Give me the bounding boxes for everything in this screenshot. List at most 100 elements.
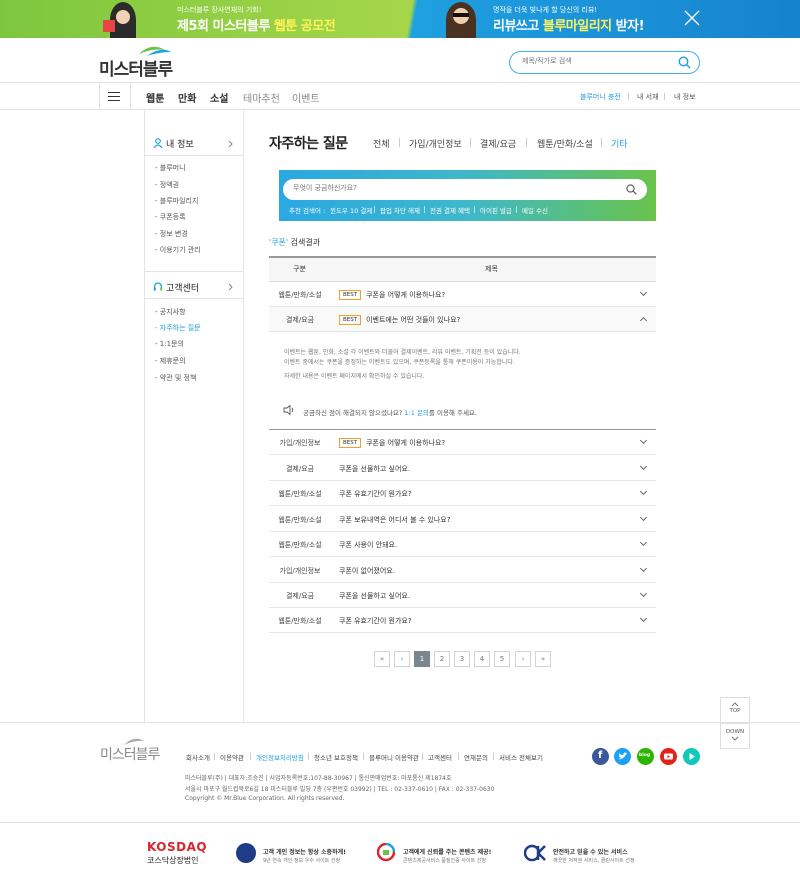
sidebar-item-coupon-register[interactable]: - 쿠폰등록: [155, 212, 186, 222]
banner-left-subtitle: 미스터블루 장사연재의 기회!: [177, 6, 262, 14]
faq-row[interactable]: 웹툰/만화/소설 쿠폰 사용이 안돼요.: [269, 532, 656, 557]
menu-icon[interactable]: [108, 89, 120, 104]
footer-link-youth[interactable]: 청소년 보호정책: [314, 752, 358, 762]
footer-link-terms[interactable]: 이용약관: [220, 752, 244, 762]
chevron-up-icon: [731, 702, 739, 707]
chevron-down-icon: [639, 589, 648, 598]
faq-row[interactable]: 가입/개인정보 BEST 쿠폰을 어떻게 이용하나요?: [269, 430, 656, 455]
page-3[interactable]: 3: [454, 651, 470, 667]
faq-search-box: [283, 179, 647, 200]
page-1[interactable]: 1: [414, 651, 430, 667]
chevron-right-icon: [228, 140, 233, 148]
sidebar-item-device[interactable]: - 이용기기 관리: [155, 245, 201, 255]
recommend-keyword[interactable]: 팝업 차단 해제: [380, 205, 420, 215]
play-icon[interactable]: [683, 748, 700, 765]
kosdaq-logo: KOSDAQ: [147, 840, 208, 854]
best-badge: BEST: [339, 438, 362, 448]
faq-row[interactable]: 웹툰/만화/소설 쿠폰 보유내역은 어디서 볼 수 있나요?: [269, 507, 656, 532]
page-2[interactable]: 2: [434, 651, 450, 667]
page-next[interactable]: ›: [515, 651, 531, 667]
faq-row[interactable]: 웹툰/만화/소설 쿠폰 유효기간이 뭔가요?: [269, 481, 656, 506]
gnb-comic[interactable]: 만화: [178, 90, 196, 105]
search-icon[interactable]: [626, 184, 637, 195]
tab-signup[interactable]: 가입/개인정보: [409, 137, 462, 150]
footer-link-serial[interactable]: 연재문의: [464, 752, 488, 762]
table-header: [269, 256, 656, 282]
gnb-novel[interactable]: 소설: [210, 90, 228, 105]
gnb-my-info[interactable]: 내 정보: [674, 92, 696, 102]
page-prev[interactable]: ‹: [394, 651, 410, 667]
blog-icon[interactable]: blog: [637, 748, 654, 765]
gnb-webtoon[interactable]: 웹툰: [146, 90, 164, 105]
search-result-title: '쿠폰' 검색결과: [269, 238, 321, 247]
sidebar-item-policy[interactable]: - 약관 및 정책: [155, 373, 196, 383]
twitter-icon[interactable]: [614, 748, 631, 765]
inquiry-link[interactable]: 1:1 문의: [404, 409, 429, 417]
chevron-down-icon: [639, 288, 648, 297]
search-icon[interactable]: [678, 56, 691, 69]
best-badge: BEST: [339, 290, 362, 300]
faq-row[interactable]: 결제/요금 쿠폰을 선물하고 싶어요.: [269, 456, 656, 481]
footer-link-cs[interactable]: 고객센터: [428, 752, 452, 762]
faq-row[interactable]: 가입/개인정보 쿠폰이 없어졌어요.: [269, 558, 656, 583]
privacy-cert-icon: [236, 843, 256, 863]
faq-row[interactable]: 결제/요금 쿠폰을 선물하고 싶어요.: [269, 583, 656, 608]
recommend-keyword[interactable]: 전권 결제 혜택: [430, 205, 470, 215]
scroll-top-button[interactable]: TOP: [720, 697, 750, 723]
gnb-event[interactable]: 이벤트: [292, 90, 320, 105]
footer-link-privacy[interactable]: 개인정보처리방침: [256, 752, 304, 762]
faq-row-expanded[interactable]: 결제/요금 BEST 이벤트에는 어떤 것들이 있나요?: [269, 307, 656, 332]
faq-search-input[interactable]: [293, 184, 593, 192]
headset-icon: [153, 282, 163, 291]
banner-right-title: 리뷰쓰고 블루마일리지 받자!: [493, 19, 645, 34]
faq-row[interactable]: 웹툰/만화/소설 쿠폰 유효기간이 뭔가요?: [269, 608, 656, 633]
chevron-down-icon: [639, 462, 648, 471]
faq-answer: 이벤트는 웹툰, 만화, 소설 각 이벤트와 더불어 결제이벤트, 리뷰 이벤트…: [269, 332, 656, 430]
sidebar-item-info-change[interactable]: - 정보 변경: [155, 229, 188, 239]
sidebar-item-bluemoney[interactable]: - 블루머니: [155, 163, 186, 173]
top-banner[interactable]: 미스터블루 장사연재의 기회! 제5회 미스터블루 웹툰 공모전 명작을 더욱 …: [0, 0, 800, 38]
footer-link-about[interactable]: 회사소개: [186, 752, 210, 762]
sidebar-item-notice[interactable]: - 공지사항: [155, 307, 186, 317]
faq-row[interactable]: 웹툰/만화/소설 BEST 쿠폰을 어떻게 이용하나요?: [269, 282, 656, 307]
user-icon: [153, 138, 163, 148]
page-last[interactable]: »: [535, 651, 551, 667]
chevron-down-icon: [639, 513, 648, 522]
footer-link-services[interactable]: 서비스 전체보기: [499, 752, 543, 762]
speaker-icon: [283, 405, 294, 415]
scroll-down-button[interactable]: DOWN: [720, 723, 750, 749]
gnb-theme[interactable]: 테마추천: [243, 90, 280, 105]
search-input[interactable]: [522, 57, 672, 65]
page-first[interactable]: «: [374, 651, 390, 667]
page-title: 자주하는 질문: [269, 136, 348, 152]
sidebar-item-mileage[interactable]: - 블루마일리지: [155, 196, 198, 206]
tab-content[interactable]: 웹툰/만화/소설: [537, 137, 593, 150]
gnb-charge-bluemoney[interactable]: 블루머니 충전: [580, 92, 621, 102]
tab-all[interactable]: 전체: [373, 137, 390, 150]
footer-copyright: Copyright © Mr.Blue Corporation. All rig…: [185, 795, 345, 802]
facebook-icon[interactable]: f: [592, 748, 609, 765]
chevron-right-icon: [228, 283, 233, 291]
banner-right-subtitle: 명작을 더욱 빛나게 할 당신의 리뷰!: [493, 6, 598, 14]
clean-site-cert-icon: [523, 843, 550, 863]
col-category: 구분: [293, 265, 306, 273]
sidebar-item-pass[interactable]: - 정액권: [155, 180, 179, 190]
content-quality-cert-icon: [376, 842, 396, 863]
recommend-keyword[interactable]: 윈도우 10 결제: [330, 205, 372, 215]
recommend-keyword[interactable]: 메일 수신: [522, 205, 548, 215]
sidebar-item-inquiry[interactable]: - 1:1문의: [155, 339, 184, 349]
recommend-keyword[interactable]: 아이핀 발급: [480, 205, 512, 215]
tab-payment[interactable]: 결제/요금: [480, 137, 516, 150]
sidebar-item-partnership[interactable]: - 제휴문의: [155, 356, 186, 366]
sidebar-item-faq[interactable]: - 자주하는 질문: [155, 323, 201, 333]
footer-link-bluemoney-terms[interactable]: 블루머니 이용약관: [369, 752, 419, 762]
gnb-my-library[interactable]: 내 서재: [637, 92, 659, 102]
youtube-icon[interactable]: [660, 748, 677, 765]
chevron-down-icon: [731, 736, 739, 741]
page-5[interactable]: 5: [494, 651, 510, 667]
tab-etc[interactable]: 기타: [611, 137, 628, 150]
footer-company-info: 미스터블루(주) | 대표자:조승진 | 사업자등록번호:107-88-3096…: [185, 775, 452, 782]
close-icon[interactable]: [684, 10, 700, 26]
search-box: [509, 51, 700, 74]
page-4[interactable]: 4: [474, 651, 490, 667]
